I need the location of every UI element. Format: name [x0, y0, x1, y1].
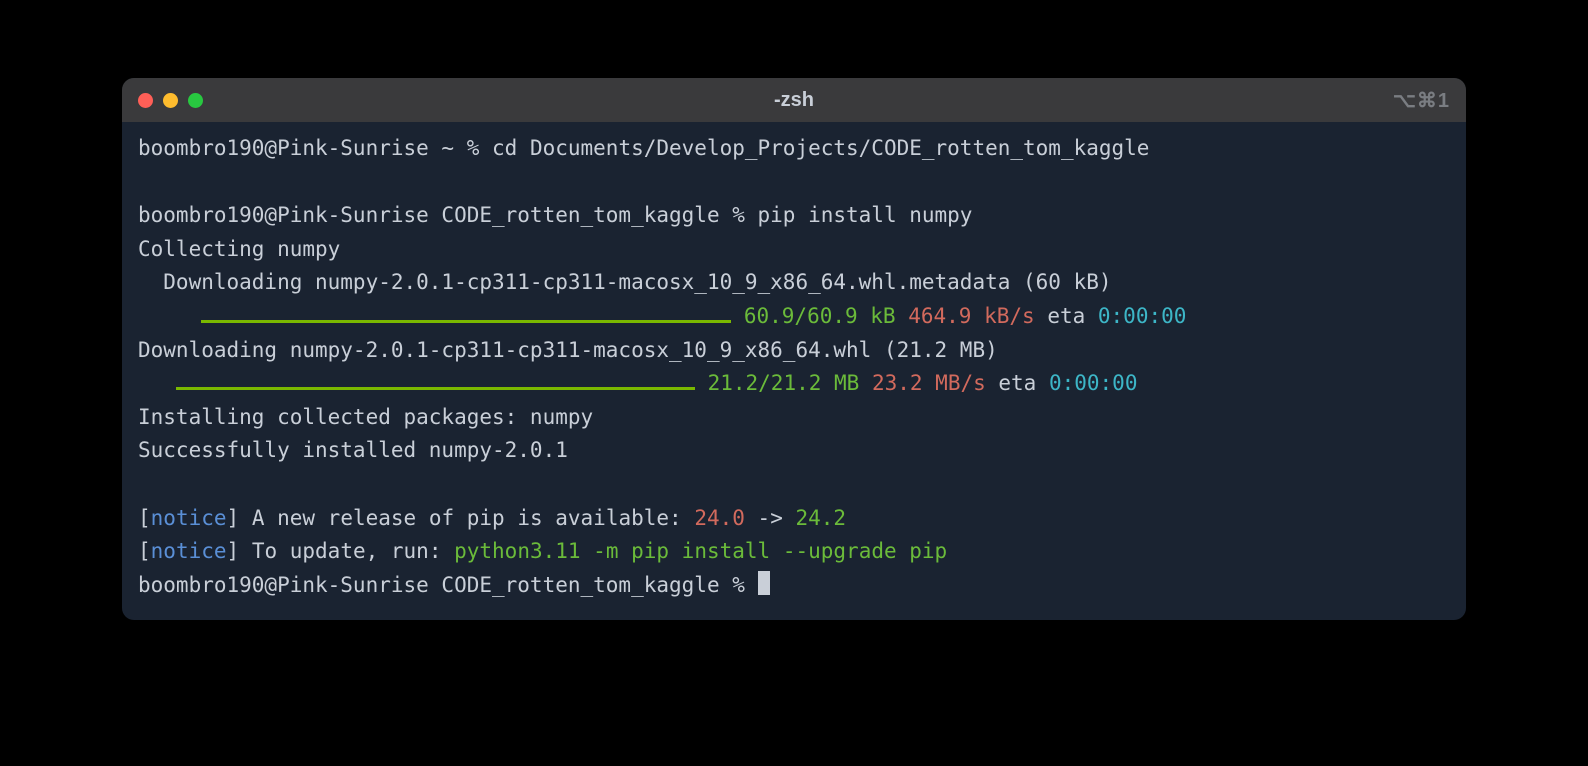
progress-bar-2 [176, 379, 695, 391]
command-cd: cd Documents/Develop_Projects/CODE_rotte… [492, 136, 1149, 160]
maximize-icon[interactable] [188, 93, 203, 108]
progress-eta-label-1: eta [1035, 304, 1098, 328]
progress-indent-1 [138, 304, 201, 328]
output-download-wheel: Downloading numpy-2.0.1-cp311-cp311-maco… [138, 338, 998, 362]
command-pip-install: pip install numpy [758, 203, 973, 227]
cursor-icon [758, 571, 770, 595]
window-shortcut-label: ⌥⌘1 [1393, 88, 1450, 113]
progress-speed-1: 464.9 kB/s [896, 304, 1035, 328]
prompt-2: boombro190@Pink-Sunrise CODE_rotten_tom_… [138, 203, 758, 227]
output-success: Successfully installed numpy-2.0.1 [138, 438, 568, 462]
terminal-body[interactable]: boombro190@Pink-Sunrise ~ % cd Documents… [122, 122, 1466, 620]
close-icon[interactable] [138, 93, 153, 108]
traffic-lights [138, 93, 203, 108]
progress-eta-1: 0:00:00 [1098, 304, 1187, 328]
output-installing: Installing collected packages: numpy [138, 405, 593, 429]
progress-size-1: 60.9/60.9 kB [731, 304, 895, 328]
bracket-open-2: [ [138, 539, 151, 563]
progress-speed-2: 23.2 MB/s [859, 371, 985, 395]
output-download-metadata: Downloading numpy-2.0.1-cp311-cp311-maco… [138, 270, 1112, 294]
notice-text-1: A new release of pip is available: [252, 506, 695, 530]
progress-bar-1 [201, 311, 731, 323]
prompt-1: boombro190@Pink-Sunrise ~ % [138, 136, 492, 160]
notice-version-from: 24.0 [694, 506, 745, 530]
progress-size-2: 21.2/21.2 MB [695, 371, 859, 395]
notice-tag-2: notice [151, 539, 227, 563]
notice-text-2: To update, run: [252, 539, 454, 563]
minimize-icon[interactable] [163, 93, 178, 108]
progress-indent-2 [138, 371, 176, 395]
bracket-open-1: [ [138, 506, 151, 530]
bracket-close-2: ] [227, 539, 252, 563]
prompt-3: boombro190@Pink-Sunrise CODE_rotten_tom_… [138, 573, 758, 597]
output-collecting: Collecting numpy [138, 237, 340, 261]
window-title: -zsh [774, 89, 814, 112]
notice-version-to: 24.2 [795, 506, 846, 530]
bracket-close-1: ] [227, 506, 252, 530]
titlebar: -zsh ⌥⌘1 [122, 78, 1466, 122]
progress-eta-2: 0:00:00 [1049, 371, 1138, 395]
notice-update-command: python3.11 -m pip install --upgrade pip [454, 539, 947, 563]
notice-tag-1: notice [151, 506, 227, 530]
progress-eta-label-2: eta [986, 371, 1049, 395]
notice-arrow: -> [745, 506, 796, 530]
terminal-window: -zsh ⌥⌘1 boombro190@Pink-Sunrise ~ % cd … [122, 78, 1466, 620]
